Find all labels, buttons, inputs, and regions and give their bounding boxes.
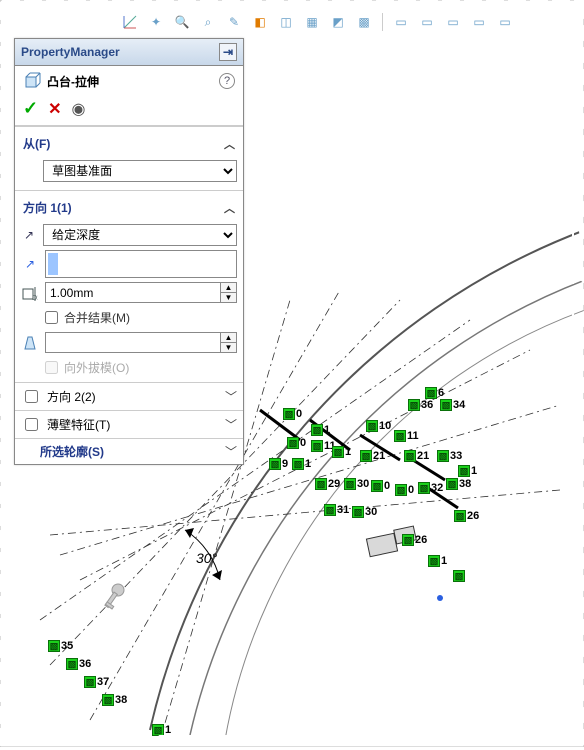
sketch-constraint-marker[interactable]: ▧1 bbox=[292, 458, 311, 470]
draft-input[interactable] bbox=[46, 333, 220, 352]
axis-icon[interactable] bbox=[120, 12, 140, 32]
feature-name: 凸台-拉伸 bbox=[47, 73, 99, 90]
display-style-1-icon[interactable]: ◫ bbox=[276, 12, 296, 32]
telescope-icon[interactable]: ⌕ bbox=[198, 12, 218, 32]
sketch-constraint-marker[interactable]: ▧21 bbox=[404, 450, 429, 462]
spin-down[interactable]: ▼ bbox=[221, 293, 236, 302]
ok-button[interactable]: ✓ bbox=[23, 98, 38, 119]
dir2-checkbox[interactable] bbox=[25, 390, 38, 403]
dir2-section-header[interactable]: 方向 2(2) ﹀ bbox=[15, 382, 243, 410]
sketch-constraint-marker[interactable]: ▧33 bbox=[437, 450, 462, 462]
thin-section-header[interactable]: 薄壁特征(T) ﹀ bbox=[15, 410, 243, 438]
toolbar-separator bbox=[382, 13, 383, 31]
depth-spinner[interactable]: ▲▼ bbox=[45, 282, 237, 303]
sketch-constraint-marker[interactable]: ▧35 bbox=[48, 640, 73, 652]
spin-up[interactable]: ▲ bbox=[221, 283, 236, 293]
depth-icon: D1 bbox=[21, 285, 39, 301]
sketch-constraint-marker[interactable]: ▧0 bbox=[287, 437, 306, 449]
from-label: 从(F) bbox=[23, 135, 50, 152]
cancel-button[interactable]: ✕ bbox=[48, 99, 61, 119]
sketch-constraint-marker[interactable]: ▧26 bbox=[454, 510, 479, 522]
property-manager-panel: PropertyManager ⇥ 凸台-拉伸 ? ✓ ✕ ◉ 从(F) ︿ 草… bbox=[14, 38, 244, 465]
monitor-5-icon[interactable]: ▭ bbox=[495, 12, 515, 32]
sketch-constraint-marker[interactable]: ▧6 bbox=[425, 387, 444, 399]
sketch-constraint-marker[interactable]: ▧0 bbox=[371, 480, 390, 492]
sketch-constraint-marker[interactable]: ▧29 bbox=[315, 478, 340, 490]
dir2-label: 方向 2(2) bbox=[47, 388, 96, 405]
sketch-icon[interactable]: ✎ bbox=[224, 12, 244, 32]
help-icon[interactable]: ? bbox=[219, 73, 235, 89]
monitor-3-icon[interactable]: ▭ bbox=[443, 12, 463, 32]
direction-reference-input[interactable] bbox=[45, 250, 237, 278]
chevron-down-icon: ﹀ bbox=[225, 388, 237, 405]
sketch-constraint-marker[interactable]: ▧0 bbox=[395, 484, 414, 496]
sketch-constraint-marker[interactable]: ▧30 bbox=[352, 506, 377, 518]
sketch-constraint-marker[interactable]: ▧0 bbox=[283, 408, 302, 420]
contours-section-header[interactable]: 所选轮廓(S) ﹀ bbox=[15, 438, 243, 464]
chevron-up-icon: ︿ bbox=[224, 136, 235, 152]
sketch-constraint-marker[interactable]: ▧1 bbox=[332, 446, 351, 458]
sketch-constraint-marker[interactable]: ▧ bbox=[453, 570, 466, 582]
merge-result-checkbox[interactable]: 合并结果(M) bbox=[21, 307, 237, 328]
sketch-constraint-marker[interactable]: ▧11 bbox=[394, 430, 419, 442]
sketch-constraint-marker[interactable]: ▧34 bbox=[440, 399, 465, 411]
contours-label: 所选轮廓(S) bbox=[40, 443, 104, 460]
sketch-constraint-marker[interactable]: ▧1 bbox=[458, 465, 477, 477]
chevron-down-icon: ﹀ bbox=[225, 443, 237, 460]
zoom-icon[interactable]: 🔍 bbox=[172, 12, 192, 32]
draft-spinner[interactable]: ▲▼ bbox=[45, 332, 237, 353]
display-style-2-icon[interactable]: ▦ bbox=[302, 12, 322, 32]
display-style-3-icon[interactable]: ◩ bbox=[328, 12, 348, 32]
sketch-constraint-marker[interactable]: ▧37 bbox=[84, 676, 109, 688]
svg-text:D1: D1 bbox=[32, 295, 38, 301]
dir1-section-header[interactable]: 方向 1(1) ︿ bbox=[21, 195, 237, 220]
extrude-icon bbox=[23, 72, 41, 90]
draft-outward-checkbox: 向外拔模(O) bbox=[21, 357, 237, 378]
monitor-2-icon[interactable]: ▭ bbox=[417, 12, 437, 32]
panel-title: PropertyManager bbox=[21, 45, 120, 59]
draft-outward-label: 向外拔模(O) bbox=[64, 359, 129, 376]
view-toolbar: ✦ 🔍 ⌕ ✎ ◧ ◫ ▦ ◩ ▩ ▭ ▭ ▭ ▭ ▭ bbox=[120, 12, 515, 32]
sketch-constraint-marker[interactable]: ▧38 bbox=[102, 694, 127, 706]
display-style-4-icon[interactable]: ▩ bbox=[354, 12, 374, 32]
thin-checkbox[interactable] bbox=[25, 418, 38, 431]
reverse-direction-icon[interactable]: ↗ bbox=[21, 228, 37, 242]
sketch-constraint-marker[interactable]: ▧30 bbox=[344, 478, 369, 490]
monitor-1-icon[interactable]: ▭ bbox=[391, 12, 411, 32]
sketch-constraint-marker[interactable]: ▧32 bbox=[418, 482, 443, 494]
sketch-constraint-marker[interactable]: ▧31 bbox=[324, 504, 349, 516]
monitor-4-icon[interactable]: ▭ bbox=[469, 12, 489, 32]
sketch-constraint-marker[interactable]: ▧9 bbox=[269, 458, 288, 470]
chevron-down-icon: ﹀ bbox=[225, 416, 237, 433]
angle-label: 30° bbox=[196, 550, 217, 566]
sketch-constraint-marker[interactable]: ▧1 bbox=[311, 424, 330, 436]
draft-icon[interactable] bbox=[21, 335, 39, 351]
thin-label: 薄壁特征(T) bbox=[47, 416, 110, 433]
preview-icon[interactable]: ◉ bbox=[72, 99, 86, 119]
depth-input[interactable] bbox=[46, 283, 220, 302]
sketch-constraint-marker[interactable]: ▧1 bbox=[152, 724, 171, 736]
direction-vector-icon[interactable]: ↗ bbox=[21, 257, 39, 271]
sketch-constraint-marker[interactable]: ▧36 bbox=[408, 399, 433, 411]
sketch-constraint-marker[interactable]: ▧10 bbox=[366, 420, 391, 432]
spin-up[interactable]: ▲ bbox=[221, 333, 236, 343]
sketch-constraint-marker[interactable]: ▧36 bbox=[66, 658, 91, 670]
dir1-label: 方向 1(1) bbox=[23, 199, 72, 216]
panel-header: PropertyManager ⇥ bbox=[15, 39, 243, 66]
sketch-constraint-marker[interactable]: ▧21 bbox=[360, 450, 385, 462]
spin-down[interactable]: ▼ bbox=[221, 343, 236, 352]
sketch-constraint-marker[interactable]: ▧1 bbox=[428, 555, 447, 567]
merge-label: 合并结果(M) bbox=[64, 309, 130, 326]
from-section-header[interactable]: 从(F) ︿ bbox=[21, 131, 237, 156]
sketch-constraint-marker[interactable]: ▧26 bbox=[402, 534, 427, 546]
from-select[interactable]: 草图基准面 bbox=[43, 160, 237, 182]
point-icon[interactable]: ✦ bbox=[146, 12, 166, 32]
end-condition-select[interactable]: 给定深度 bbox=[43, 224, 237, 246]
sketch-constraint-marker[interactable]: ▧38 bbox=[446, 478, 471, 490]
chevron-up-icon: ︿ bbox=[224, 200, 235, 216]
pin-icon[interactable]: ⇥ bbox=[219, 43, 237, 61]
color-icon[interactable]: ◧ bbox=[250, 12, 270, 32]
